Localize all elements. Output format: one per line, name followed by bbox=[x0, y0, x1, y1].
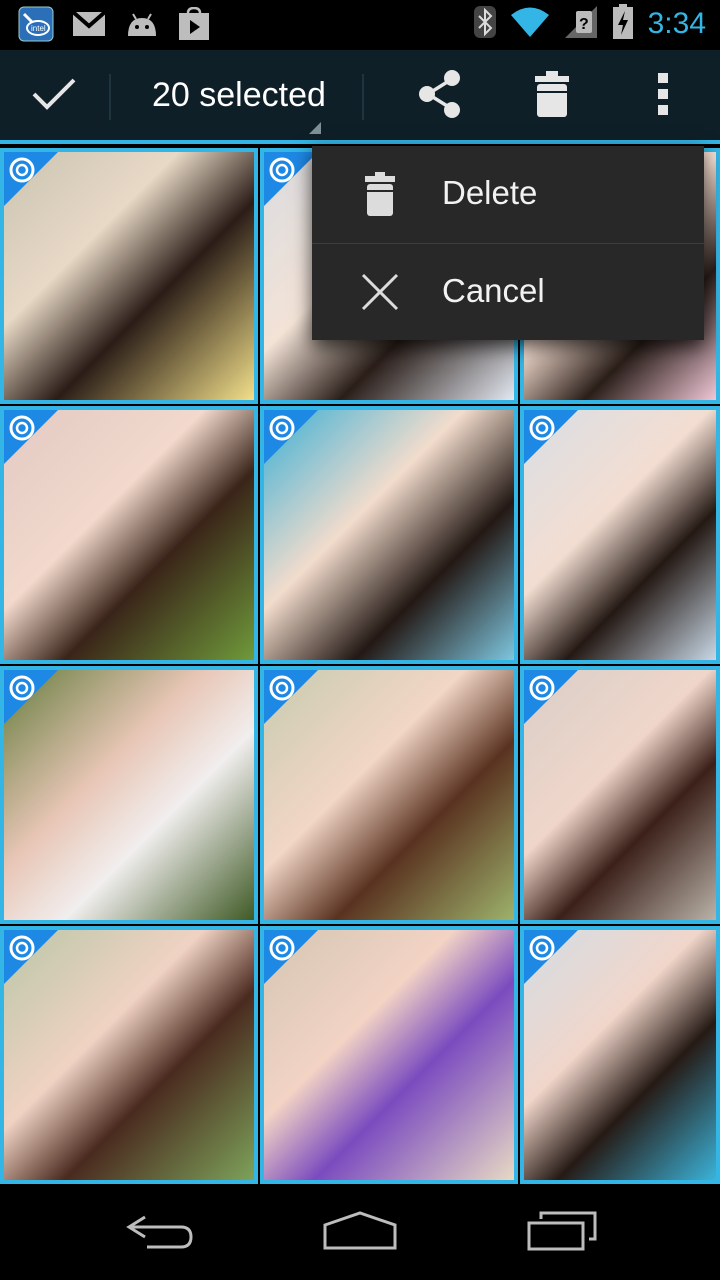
overflow-menu-button[interactable] bbox=[618, 50, 708, 142]
menu-item-cancel[interactable]: Cancel bbox=[312, 244, 704, 340]
contextual-action-bar: 20 selected bbox=[0, 50, 720, 142]
menu-item-label: Delete bbox=[442, 174, 538, 211]
trash-icon bbox=[356, 170, 404, 218]
home-button[interactable] bbox=[295, 1198, 425, 1268]
clock: 3:34 bbox=[647, 7, 706, 40]
wifi-icon bbox=[510, 6, 550, 42]
camera-icon bbox=[8, 934, 36, 966]
status-bar: intel ? 3:34 bbox=[0, 0, 720, 50]
camera-icon bbox=[268, 934, 296, 966]
menu-item-delete[interactable]: Delete bbox=[312, 146, 704, 242]
share-icon bbox=[416, 69, 464, 123]
action-bar-divider bbox=[109, 74, 111, 120]
overflow-menu-icon bbox=[657, 72, 669, 120]
svg-text:intel: intel bbox=[31, 24, 46, 33]
camera-icon bbox=[8, 414, 36, 446]
recents-icon bbox=[527, 1211, 597, 1255]
check-icon bbox=[30, 74, 78, 118]
camera-icon bbox=[528, 674, 556, 706]
home-icon bbox=[322, 1211, 398, 1255]
camera-icon bbox=[8, 674, 36, 706]
bluetooth-icon bbox=[473, 6, 496, 42]
menu-item-label: Cancel bbox=[442, 272, 545, 309]
photo-tile-9[interactable] bbox=[520, 666, 720, 924]
selection-popup-menu: Delete Cancel bbox=[312, 146, 704, 340]
system-status-icons: ? 3:34 bbox=[473, 4, 706, 44]
gmail-icon bbox=[71, 10, 107, 42]
photo-tile-8[interactable] bbox=[260, 666, 518, 924]
share-button[interactable] bbox=[395, 50, 485, 142]
photo-tile-5[interactable] bbox=[260, 406, 518, 664]
camera-icon bbox=[528, 934, 556, 966]
recents-button[interactable] bbox=[497, 1198, 627, 1268]
battery-charging-icon bbox=[612, 4, 634, 44]
action-bar-divider bbox=[362, 74, 364, 120]
close-icon bbox=[356, 268, 404, 316]
camera-icon bbox=[268, 674, 296, 706]
no-sim-icon: ? bbox=[564, 5, 598, 43]
done-button[interactable] bbox=[0, 50, 108, 142]
delete-button[interactable] bbox=[507, 50, 597, 142]
photo-tile-1[interactable] bbox=[0, 148, 258, 404]
back-icon bbox=[125, 1211, 195, 1255]
android-debug-icon bbox=[124, 10, 160, 42]
navigation-bar bbox=[0, 1184, 720, 1280]
camera-icon bbox=[268, 414, 296, 446]
camera-icon bbox=[8, 156, 36, 188]
camera-icon bbox=[528, 414, 556, 446]
photo-tile-11[interactable] bbox=[260, 926, 518, 1184]
back-button[interactable] bbox=[95, 1198, 225, 1268]
trash-icon bbox=[534, 70, 570, 122]
dropdown-indicator-icon bbox=[309, 122, 321, 134]
photo-tile-4[interactable] bbox=[0, 406, 258, 664]
svg-text:?: ? bbox=[579, 16, 589, 33]
photo-tile-12[interactable] bbox=[520, 926, 720, 1184]
photo-tile-7[interactable] bbox=[0, 666, 258, 924]
intel-app-icon: intel bbox=[18, 6, 54, 46]
selection-title[interactable]: 20 selected bbox=[152, 76, 326, 115]
photo-tile-10[interactable] bbox=[0, 926, 258, 1184]
play-store-icon bbox=[178, 6, 210, 45]
photo-tile-6[interactable] bbox=[520, 406, 720, 664]
camera-icon bbox=[268, 156, 296, 188]
notification-icons: intel bbox=[18, 6, 210, 46]
